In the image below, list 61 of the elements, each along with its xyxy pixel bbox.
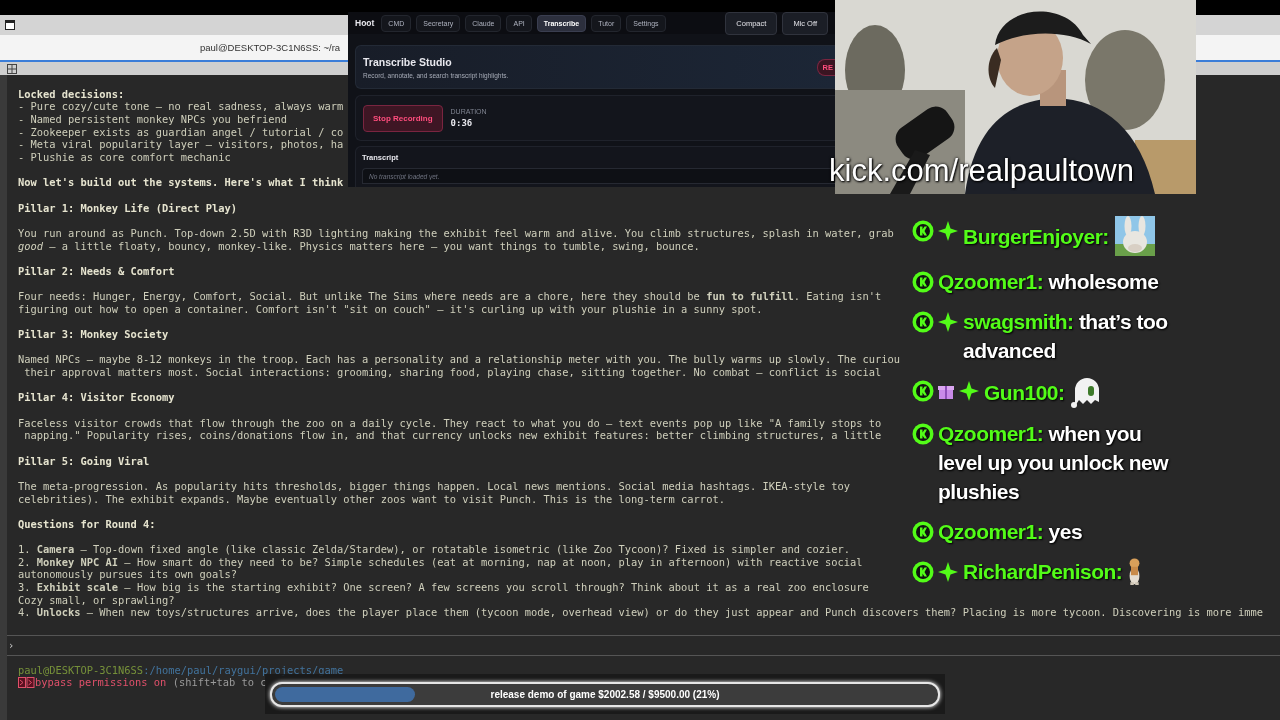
chat-username: Gun100:: [984, 379, 1065, 406]
terminal-line: napping." Popularity rises, coins/donations flow in, and that currency unlocks new exhibit features: better climbing structures, a little: [23, 429, 882, 442]
window-title: paul@DESKTOP-3C1N6SS: ~/ra: [200, 42, 341, 53]
terminal-heading: Pillar 5: Going Viral: [17, 454, 150, 468]
animal-icon: [1128, 557, 1142, 585]
terminal-heading: Questions for Round 4:: [17, 517, 156, 531]
terminal-line: figuring out how to open a container. Comfort isn't "sit on couch" — it's curling up with your plushie in a sunny spot.: [17, 302, 763, 316]
studio-title: Transcribe Studio: [363, 55, 453, 68]
duration-value: 0:36: [450, 118, 474, 128]
sparkle-icon: [937, 219, 959, 242]
sparkle-icon: [937, 310, 959, 333]
terminal-line: their approval matters most. Social interactions: grooming, sharing food, playing chase, sitting together. No combat — conflict is social: [23, 366, 882, 379]
mode-hint: (shift+tab to c: [172, 676, 267, 689]
terminal-line: 1. Camera — Top-down fixed angle (like classic Zelda/Stardew), or rotatable isometric (like Zoo Tycoon)? Fixed is simpler and cozier.: [17, 543, 851, 556]
chat-message: Qzoomer1: wholesome: [938, 269, 1160, 295]
prompt-user: paul@DESKTOP-3C1N6SS: [18, 663, 144, 677]
app-title: Hoot: [355, 18, 375, 28]
chat-username: BurgerEnjoyer:: [963, 223, 1109, 250]
terminal-line: The meta-progression. As popularity hits thresholds, bigger things happen. Local news mentions. Social media hashtags. IKEA-style toy: [17, 479, 850, 493]
chat-message: Qzoomer1: yes: [938, 519, 1084, 545]
terminal-line: Four needs: Hunger, Energy, Comfort, Social. But unlike The Sims where needs are a chore, here they should be fun to fulfill. Eating isn't: [17, 290, 882, 303]
terminal-line: Faceless visitor crowds that flow through the zoo on a daily cycle. They react to what you do — text events pop up like "A family stops to: [17, 416, 882, 430]
chat-username: RichardPenison:: [963, 559, 1123, 585]
mode-label: bypass permissions on: [35, 676, 167, 689]
mode-icon: [18, 677, 35, 689]
window-icon: [5, 20, 15, 30]
prompt-path: :/home/paul/raygui/projects/game: [143, 663, 344, 677]
terminal-line: Named NPCs — maybe 8-12 monkeys in the troop. Each has a personality and a relationship meter with you. The bully warms up slowly. The curiou: [17, 353, 901, 366]
terminal-line: - Plushie as core comfort mechanic: [17, 150, 231, 164]
terminal-line: 3. Exhibit scale — How big is the starting exhibit? One screen? A few screens you scroll through? Think about it as a real zoo enclosure: [17, 581, 869, 594]
terminal-heading: Pillar 1: Monkey Life (Direct Play): [17, 201, 237, 215]
chat-message: swagsmith: that’s too advanced: [963, 309, 1169, 364]
circle-badge-icon: [912, 310, 934, 333]
terminal-line: 2. Monkey NPC AI — How smart do they need to be? Simple schedules (eat at morning, nap at noon, play in afternoon) with reactive social: [17, 555, 863, 569]
terminal-heading: Pillar 3: Monkey Society: [17, 328, 169, 341]
sparkle-icon: [937, 560, 959, 583]
circle-badge-icon: [912, 219, 934, 242]
circle-badge-icon: [912, 422, 934, 445]
terminal-line: autonomously pursues its own goals?: [17, 568, 237, 582]
terminal-heading: Pillar 2: Needs & Comfort: [17, 264, 175, 278]
terminal-line: - Meta viral popularity layer — visitors, photos, ha: [17, 138, 344, 151]
terminal-heading: Locked decisions:: [17, 87, 125, 101]
circle-badge-icon: [912, 520, 934, 543]
terminal-heading: Pillar 4: Visitor Economy: [17, 391, 175, 404]
circle-badge-icon: [912, 560, 934, 583]
terminal-line: Cozy small, or sprawling?: [17, 593, 175, 607]
terminal-line: - Named persistent monkey NPCs you befriend: [17, 113, 287, 126]
terminal-line: 4. Unlocks — When new toys/structures arrive, does the player place them (tycoon mode, overhead view) or do they just appear and Punch discovers them? Placing is more tycoon. Discovering is more imme: [17, 606, 1263, 620]
circle-badge-icon: [912, 379, 934, 402]
sparkle-icon: [958, 379, 980, 402]
terminal-heading: Now let's build out the systems. Here's what I think: [17, 176, 344, 189]
stop-button[interactable]: Stop Recording: [363, 104, 443, 132]
prompt-symbol: ›: [7, 638, 15, 654]
goal-text: release demo of game $2002.58 / $9500.00 (21%): [490, 688, 720, 700]
terminal-line: - Zookeeper exists as guardian angel / tutorial / co: [17, 125, 344, 139]
terminal-line: celebrities). The exhibit expands. Maybe eventually other zoos want to visit Punch. This is the long-term carrot.: [17, 492, 725, 506]
terminal-line: - Pure cozy/cute tone — no real sadness, always warm: [17, 100, 344, 113]
chat-message: Qzoomer1: when you level up you unlock new plushies: [938, 421, 1170, 505]
terminal-line: You run around as Punch. Top-down 2.5D with R3D lighting making the exhibit feel warm and alive. You climb structures, splash in water, grab: [17, 226, 894, 240]
circle-badge-icon: [912, 270, 934, 293]
terminal-line: good — a little floaty, bouncy, monkey-like. Physics matters here — you want things to tumble, swing, bounce.: [17, 239, 700, 253]
